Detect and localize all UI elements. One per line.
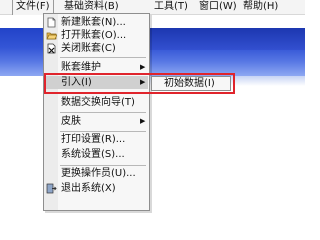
- menu-item-import[interactable]: 引入(I) ▶: [45, 76, 148, 89]
- menu-item-label: 引入(I): [61, 77, 92, 88]
- close-file-icon: [47, 43, 56, 54]
- menu-item-system-settings[interactable]: 系统设置(S)...: [45, 148, 148, 161]
- menu-item-label: 账套维护: [61, 62, 101, 73]
- file-menu-dropdown: 新建账套(N)... 打开账套(O)... 关闭账套(C) 账套维护 ▶ 引入(…: [43, 13, 150, 211]
- menu-item-data-exchange-wizard[interactable]: 数据交换向导(T): [45, 96, 148, 109]
- submenu-arrow-icon: ▶: [140, 78, 146, 86]
- menu-separator: [60, 131, 146, 132]
- menu-item-label: 数据交换向导(T): [61, 97, 135, 108]
- menu-item-skin[interactable]: 皮肤 ▶: [45, 115, 148, 128]
- menu-separator: [60, 112, 146, 113]
- menu-item-exit[interactable]: 退出系统(X): [45, 182, 148, 195]
- import-submenu: 初始数据(I): [151, 76, 231, 91]
- submenu-arrow-icon: ▶: [140, 117, 146, 125]
- menu-item-label: 打开账套(O)...: [61, 30, 127, 41]
- menu-item-label: 系统设置(S)...: [61, 149, 125, 160]
- new-file-icon: [47, 17, 56, 28]
- menu-item-label: 打印设置(R)...: [61, 134, 126, 145]
- menu-item-label: 关闭账套(C): [61, 43, 116, 54]
- menu-item-print-settings[interactable]: 打印设置(R)...: [45, 133, 148, 146]
- open-folder-icon: [46, 32, 57, 40]
- app-banner-band: [150, 28, 305, 50]
- menu-basic-data[interactable]: 基础资料(B): [64, 0, 119, 14]
- menu-help[interactable]: 帮助(H): [243, 0, 278, 14]
- menu-item-open-account[interactable]: 打开账套(O)...: [45, 29, 148, 42]
- menu-item-label: 新建账套(N)...: [61, 17, 126, 28]
- menu-window[interactable]: 窗口(W): [199, 0, 237, 14]
- menu-item-new-account[interactable]: 新建账套(N)...: [45, 16, 148, 29]
- menu-tools[interactable]: 工具(T): [154, 0, 188, 14]
- menu-item-initial-data[interactable]: 初始数据(I): [152, 77, 230, 90]
- menu-item-switch-operator[interactable]: 更换操作员(U)...: [45, 167, 148, 180]
- menu-separator: [60, 165, 146, 166]
- menu-item-close-account[interactable]: 关闭账套(C): [45, 42, 148, 55]
- menu-item-account-maintenance[interactable]: 账套维护 ▶: [45, 61, 148, 74]
- menu-separator: [60, 57, 146, 58]
- menu-item-label: 退出系统(X): [61, 183, 116, 194]
- submenu-arrow-icon: ▶: [140, 63, 146, 71]
- exit-icon: [46, 183, 57, 194]
- menu-item-label: 更换操作员(U)...: [61, 168, 136, 179]
- menu-item-label: 皮肤: [61, 116, 81, 127]
